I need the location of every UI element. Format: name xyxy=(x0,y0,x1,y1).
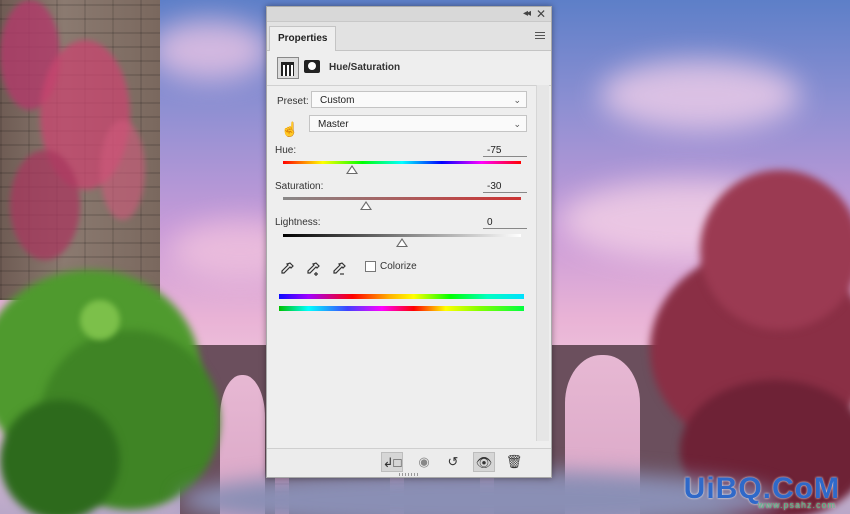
layer-mask-icon[interactable] xyxy=(304,60,320,73)
clip-to-layer-button[interactable]: ↲□ xyxy=(381,452,403,472)
toggle-visibility-button[interactable]: 👁 xyxy=(473,452,495,472)
lightness-label: Lightness: xyxy=(275,217,321,228)
chevron-down-icon: ⌄ xyxy=(513,95,521,105)
view-previous-state-button[interactable]: ◉ xyxy=(413,452,435,472)
foliage xyxy=(80,300,120,340)
preset-value: Custom xyxy=(320,95,355,106)
view-previous-state-icon: ◉ xyxy=(418,454,430,469)
lightness-slider-thumb[interactable] xyxy=(396,238,408,247)
cloud xyxy=(150,20,270,80)
lightness-slider-track[interactable] xyxy=(283,234,521,237)
output-spectrum-bar xyxy=(279,306,524,311)
reset-icon: ↺ xyxy=(447,454,459,469)
hue-label: Hue: xyxy=(275,145,297,156)
close-icon[interactable]: ✕ xyxy=(536,7,546,21)
eyedropper-icon[interactable] xyxy=(279,261,295,277)
green-tree xyxy=(0,400,120,514)
reset-button[interactable]: ↺ xyxy=(442,452,464,472)
properties-panel: ◂◂ ✕ Properties Hue/Saturation Preset: C… xyxy=(266,6,552,478)
visibility-eye-icon: 👁 xyxy=(475,455,493,470)
ivy xyxy=(10,150,80,260)
hue-slider-track[interactable] xyxy=(283,161,521,164)
resize-grip[interactable] xyxy=(399,473,419,476)
chevron-down-icon: ⌄ xyxy=(513,119,521,129)
trash-icon: 🗑 xyxy=(505,454,523,469)
saturation-slider-thumb[interactable] xyxy=(360,201,373,210)
panel-scrollbar[interactable] xyxy=(536,85,549,441)
watermark-subtext: www.psahz.com xyxy=(757,500,836,510)
eyedropper-subtract-icon[interactable] xyxy=(331,261,347,277)
saturation-slider-track[interactable] xyxy=(283,197,521,200)
saturation-label: Saturation: xyxy=(275,181,324,192)
colorize-label: Colorize xyxy=(380,261,417,272)
channel-dropdown[interactable]: Master ⌄ xyxy=(309,115,527,132)
panel-titlebar[interactable]: ◂◂ ✕ xyxy=(267,7,551,22)
preset-dropdown[interactable]: Custom ⌄ xyxy=(311,91,527,108)
targeted-adjustment-hand-icon[interactable]: ☝ xyxy=(281,121,298,137)
adjustment-title: Hue/Saturation xyxy=(329,62,401,73)
lightness-value-field[interactable]: 0 xyxy=(483,217,527,229)
clip-to-layer-icon: ↲□ xyxy=(382,455,402,470)
tab-properties[interactable]: Properties xyxy=(269,26,337,51)
cloud xyxy=(600,60,800,130)
panel-footer: ↲□ ◉ ↺ 👁 🗑 xyxy=(267,448,551,477)
hue-value-field[interactable]: -75 xyxy=(483,145,527,157)
hue-saturation-adjustment-icon[interactable] xyxy=(277,57,299,79)
input-spectrum-bar xyxy=(279,294,524,299)
saturation-value-field[interactable]: -30 xyxy=(483,181,527,193)
panel-menu-icon[interactable] xyxy=(535,30,545,41)
eyedropper-add-icon[interactable] xyxy=(305,261,321,277)
collapse-icon[interactable]: ◂◂ xyxy=(523,8,531,19)
adjustment-header: Hue/Saturation xyxy=(267,51,551,86)
delete-button[interactable]: 🗑 xyxy=(503,452,525,472)
channel-value: Master xyxy=(318,119,349,130)
hue-slider-thumb[interactable] xyxy=(346,165,359,174)
ivy xyxy=(100,120,145,220)
colorize-checkbox[interactable] xyxy=(365,261,376,272)
red-tree xyxy=(700,170,850,330)
watermark: UiBQ.CoM www.psahz.com xyxy=(684,472,840,510)
panel-tab-row: Properties xyxy=(267,22,551,51)
preset-label: Preset: xyxy=(277,96,309,107)
